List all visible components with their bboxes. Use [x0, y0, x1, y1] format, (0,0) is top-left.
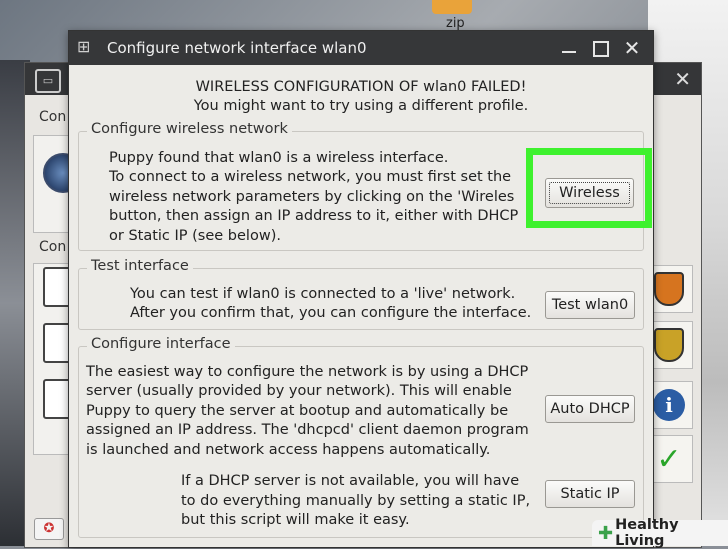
error-message-line1: WIRELESS CONFIGURATION OF wlan0 FAILED! — [195, 79, 527, 95]
wireless-button-label: Wireless — [559, 185, 620, 201]
dhcp-description-line: server (usually provided by your network… — [86, 383, 512, 399]
help-button[interactable]: ✪ — [34, 518, 64, 540]
background-window-menu-icon[interactable]: ▭ — [35, 69, 61, 93]
watermark-text: Healthy Living — [615, 517, 679, 549]
dhcp-description-line: is launched and network access happens a… — [86, 442, 491, 458]
test-section-title: Test interface — [87, 258, 193, 274]
static-description-line: If a DHCP server is not available, you w… — [181, 473, 520, 489]
close-icon: ✕ — [623, 36, 641, 60]
static-description-line: to do everything manually by setting a s… — [181, 493, 531, 509]
configure-network-dialog: ⊞ Configure network interface wlan0 ✕ WI… — [68, 30, 654, 548]
healthy-living-watermark: ✚ Healthy Living — [592, 517, 728, 549]
zip-file-label[interactable]: zip — [446, 16, 465, 31]
wireless-description-line: button, then assign an IP address to it,… — [109, 208, 519, 224]
background-window-close-icon[interactable]: ✕ — [674, 67, 691, 91]
dialog-title: Configure network interface wlan0 — [107, 39, 367, 57]
wireless-button[interactable]: Wireless — [545, 178, 634, 208]
minimize-button[interactable] — [558, 37, 580, 59]
maximize-icon — [593, 41, 609, 57]
test-description-line: After you confirm that, you can configur… — [130, 305, 532, 321]
dialog-titlebar: ⊞ Configure network interface wlan0 ✕ — [69, 31, 653, 65]
wireless-description-line: or Static IP (see below). — [109, 228, 281, 244]
background-section-label-2: Con — [39, 239, 67, 255]
wireless-description-line: wireless network parameters by clicking … — [109, 189, 515, 205]
maximize-button[interactable] — [589, 37, 611, 59]
configure-section-title: Configure interface — [87, 336, 235, 352]
static-description-line: but this script will make it easy. — [181, 512, 410, 528]
test-interface-section: Test interface You can test if wlan0 is … — [78, 258, 644, 330]
error-message-line2: You might want to try using a different … — [193, 98, 529, 114]
wireless-description-line: To connect to a wireless network, you mu… — [109, 169, 512, 185]
dhcp-description-line: The easiest way to configure the network… — [86, 364, 529, 380]
minimize-icon — [562, 51, 576, 53]
configure-interface-section: Configure interface The easiest way to c… — [78, 336, 644, 538]
test-description-line: You can test if wlan0 is connected to a … — [130, 286, 516, 302]
background-section-label: Con — [39, 109, 67, 125]
dhcp-description-line: Puppy to query the server at bootup and … — [86, 403, 509, 419]
auto-dhcp-button[interactable]: Auto DHCP — [545, 395, 635, 423]
wireless-section-title: Configure wireless network — [87, 121, 292, 137]
dhcp-description-line: assigned an IP address. The 'dhcpcd' cli… — [86, 422, 529, 438]
zip-file-icon[interactable] — [432, 0, 472, 14]
lifebuoy-icon: ✪ — [43, 521, 55, 536]
network-icon: ⊞ — [77, 37, 91, 56]
close-button[interactable]: ✕ — [621, 37, 643, 59]
wireless-description-line: Puppy found that wlan0 is a wireless int… — [109, 150, 449, 166]
static-ip-button[interactable]: Static IP — [545, 480, 635, 508]
test-wlan0-button[interactable]: Test wlan0 — [545, 291, 635, 319]
plus-logo-icon: ✚ — [598, 522, 614, 544]
